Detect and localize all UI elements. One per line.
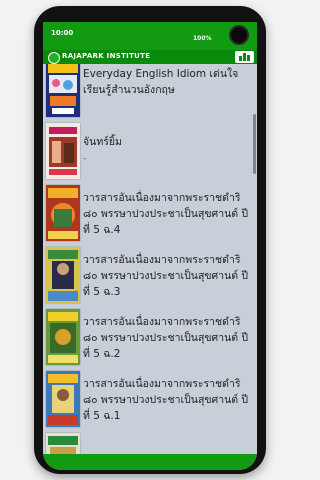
book-subtitle: -	[83, 288, 87, 298]
book-subtitle: -	[83, 154, 87, 164]
book-cover-issue-2	[46, 309, 80, 365]
book-subtitle: -	[83, 350, 87, 360]
book-subtitle: -	[83, 226, 87, 236]
list-item-partial[interactable]	[43, 430, 257, 454]
list-item[interactable]: วารสารอันเนื่องมาจากพระราชดำริ ๘๐ พรรษาป…	[43, 368, 257, 431]
bottom-bar	[43, 454, 257, 470]
book-title: วารสารอันเนื่องมาจากพระราชดำริ ๘๐ พรรษาป…	[83, 378, 249, 422]
status-bar: 10:00 100%	[43, 22, 257, 50]
app-title: RAJAPARK INSTITUTE	[62, 52, 151, 60]
book-cover-next	[46, 433, 80, 454]
app-screen: 10:00 100% RAJAPARK INSTITUTE Everyday E…	[43, 22, 257, 470]
book-cover-idiom	[46, 64, 80, 117]
battery-level: 100%	[193, 35, 212, 42]
institute-logo-icon	[48, 52, 60, 64]
book-title: วารสารอันเนื่องมาจากพระราชดำริ ๘๐ พรรษาป…	[83, 254, 249, 298]
list-item[interactable]: วารสารอันเนื่องมาจากพระราชดำริ ๘๐ พรรษาป…	[43, 182, 257, 245]
list-item[interactable]: Everyday English Idiom เด่นใจ เรียนรู้สำ…	[43, 64, 257, 121]
book-title: วารสารอันเนื่องมาจากพระราชดำริ ๘๐ พรรษาป…	[83, 192, 249, 236]
camera-icon	[229, 25, 249, 45]
book-cover-janyim	[46, 123, 80, 179]
list-item[interactable]: จันทร์ยิ้ม -	[43, 120, 257, 183]
book-subtitle: -	[83, 412, 87, 422]
book-cover-issue-4	[46, 185, 80, 241]
list-item[interactable]: วารสารอันเนื่องมาจากพระราชดำริ ๘๐ พรรษาป…	[43, 306, 257, 369]
status-time: 10:00	[51, 29, 74, 37]
app-header: RAJAPARK INSTITUTE	[43, 50, 257, 64]
book-title: วารสารอันเนื่องมาจากพระราชดำริ ๘๐ พรรษาป…	[83, 316, 249, 360]
list-item[interactable]: วารสารอันเนื่องมาจากพระราชดำริ ๘๐ พรรษาป…	[43, 244, 257, 307]
book-cover-issue-1	[46, 371, 80, 427]
list-scrollbar[interactable]	[253, 114, 256, 174]
book-list[interactable]: Everyday English Idiom เด่นใจ เรียนรู้สำ…	[43, 64, 257, 454]
book-title: จันทร์ยิ้ม	[83, 136, 122, 148]
book-title: Everyday English Idiom เด่นใจ เรียนรู้สำ…	[83, 68, 239, 96]
book-cover-issue-3	[46, 247, 80, 303]
library-icon[interactable]	[235, 51, 254, 63]
